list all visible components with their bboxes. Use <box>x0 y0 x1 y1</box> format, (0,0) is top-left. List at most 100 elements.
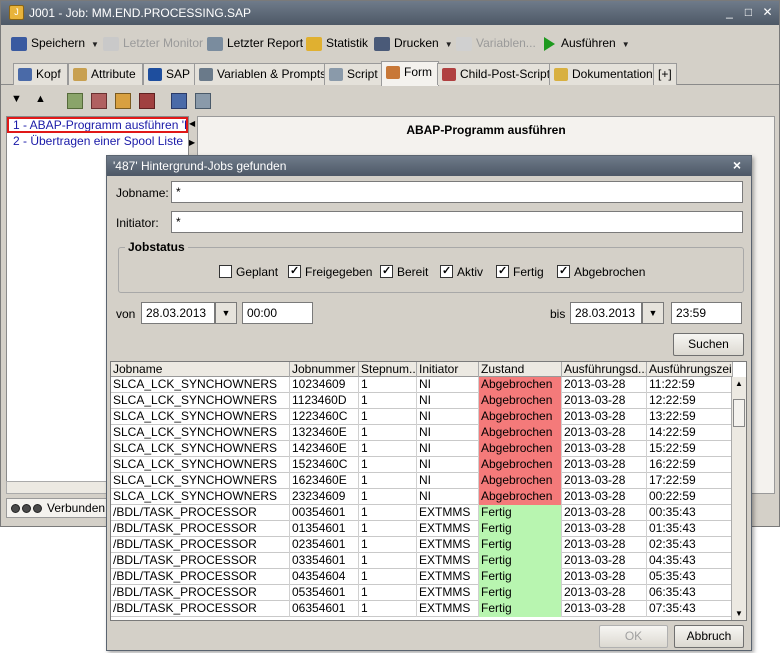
tab-form[interactable]: Form <box>381 61 439 86</box>
column-header[interactable]: Stepnum... <box>359 362 417 377</box>
tab-child-post-script[interactable]: Child-Post-Script <box>437 63 558 85</box>
table-row[interactable]: /BDL/TASK_PROCESSOR 02354601 1 EXTMMS Fertig… <box>111 537 733 553</box>
ok-button[interactable]: OK <box>599 625 668 648</box>
add-item-icon[interactable] <box>67 93 83 109</box>
tab-script[interactable]: Script <box>324 63 385 85</box>
minimize-button[interactable]: _ <box>721 4 738 21</box>
chevron-right-icon[interactable]: ▶ <box>189 138 195 147</box>
checkbox-geplant[interactable]: Geplant <box>219 265 278 279</box>
variables-button[interactable]: Variablen... <box>456 33 536 53</box>
table-row[interactable]: /BDL/TASK_PROCESSOR 04354604 1 EXTMMS Fertig… <box>111 569 733 585</box>
maximize-button[interactable]: □ <box>740 4 757 21</box>
table-cell: 01:35:43 <box>647 521 733 537</box>
table-cell: 14:22:59 <box>647 425 733 441</box>
statistics-button[interactable]: Statistik <box>306 33 368 53</box>
settings-icon[interactable] <box>195 93 211 109</box>
tab-dokumentation[interactable]: Dokumentation <box>549 63 660 85</box>
statistics-label: Statistik <box>326 36 369 50</box>
close-button[interactable]: ✕ <box>759 4 776 21</box>
column-header[interactable]: Ausführungszeit <box>647 362 733 377</box>
last-report-label: Letzter Report <box>227 36 304 50</box>
checkbox-box[interactable] <box>380 264 393 278</box>
delete-item-icon[interactable] <box>139 93 155 109</box>
to-time-input[interactable]: 23:59 <box>671 302 742 324</box>
checkbox-box[interactable] <box>557 264 570 278</box>
cancel-button[interactable]: Abbruch <box>674 625 744 648</box>
tab-kopf[interactable]: Kopf <box>13 63 68 85</box>
checkbox-bereit[interactable]: Bereit <box>380 264 428 279</box>
wrench-icon[interactable] <box>171 93 187 109</box>
tab-attribute[interactable]: Attribute <box>68 63 143 85</box>
tab-add[interactable]: [+] <box>653 63 677 85</box>
from-date-input[interactable]: 28.03.2013 <box>141 302 215 324</box>
table-row[interactable]: SLCA_LCK_SYNCHOWNERS 10234609 1 NI Abgebroch… <box>111 377 733 393</box>
last-monitor-button[interactable]: Letzter Monitor <box>103 33 203 53</box>
table-row[interactable]: /BDL/TASK_PROCESSOR 05354601 1 EXTMMS Fertig… <box>111 585 733 601</box>
to-date-dropdown[interactable]: ▼ <box>642 302 664 324</box>
initiator-input[interactable]: * <box>171 211 743 233</box>
table-row[interactable]: /BDL/TASK_PROCESSOR 00354601 1 EXTMMS Fertig… <box>111 505 733 521</box>
chevron-left-icon[interactable]: ◀ <box>189 119 195 128</box>
to-date-input[interactable]: 28.03.2013 <box>570 302 642 324</box>
table-cell: 1623460E <box>290 473 359 489</box>
scroll-up-icon[interactable]: ▲ <box>732 377 746 391</box>
column-header[interactable]: Initiator <box>417 362 479 377</box>
table-row[interactable]: SLCA_LCK_SYNCHOWNERS 1223460C 1 NI Abgebroch… <box>111 409 733 425</box>
chevron-down-icon[interactable]: ▼ <box>91 40 99 49</box>
from-date-dropdown[interactable]: ▼ <box>215 302 237 324</box>
column-header[interactable]: Zustand <box>479 362 562 377</box>
copy-icon[interactable] <box>91 93 107 109</box>
table-cell: 10234609 <box>290 377 359 393</box>
table-row[interactable]: SLCA_LCK_SYNCHOWNERS 1423460E 1 NI Abgebroch… <box>111 441 733 457</box>
vertical-scrollbar[interactable]: ▲ ▼ <box>731 377 746 620</box>
checkbox-box[interactable] <box>496 264 509 278</box>
table-row[interactable]: /BDL/TASK_PROCESSOR 03354601 1 EXTMMS Fertig… <box>111 553 733 569</box>
tab-label: Kopf <box>36 67 61 81</box>
move-up-icon[interactable]: ▲ <box>35 93 51 109</box>
chevron-down-icon[interactable]: ▼ <box>622 40 630 49</box>
table-cell: /BDL/TASK_PROCESSOR <box>111 585 290 601</box>
print-button[interactable]: Drucken ▼ <box>374 33 453 53</box>
search-button[interactable]: Suchen <box>673 333 744 356</box>
app-icon: J <box>9 5 24 20</box>
table-row[interactable]: /BDL/TASK_PROCESSOR 06354601 1 EXTMMS Fertig… <box>111 601 733 617</box>
tab-label: Dokumentation <box>572 67 653 81</box>
status-light-icon <box>11 504 20 513</box>
list-item[interactable]: 1 - ABAP-Programm ausführen 'RSPO <box>7 117 188 133</box>
checkbox-aktiv[interactable]: Aktiv <box>440 264 483 279</box>
chevron-down-icon[interactable]: ▼ <box>445 40 453 49</box>
column-header[interactable]: Jobname <box>111 362 290 377</box>
checkbox-fertig[interactable]: Fertig <box>496 264 544 279</box>
column-header[interactable]: Jobnummer <box>290 362 359 377</box>
tab-sap[interactable]: SAP <box>143 63 198 85</box>
from-time-input[interactable]: 00:00 <box>242 302 313 324</box>
tab-variablen-prompts[interactable]: Variablen & Prompts <box>194 63 334 85</box>
checkbox-abgebrochen[interactable]: Abgebrochen <box>557 264 645 279</box>
table-row[interactable]: SLCA_LCK_SYNCHOWNERS 1323460E 1 NI Abgebroch… <box>111 425 733 441</box>
table-row[interactable]: SLCA_LCK_SYNCHOWNERS 1623460E 1 NI Abgebroch… <box>111 473 733 489</box>
table-cell: 03354601 <box>290 553 359 569</box>
list-item[interactable]: 2 - Übertragen einer Spool Liste <box>7 133 188 149</box>
table-row[interactable]: /BDL/TASK_PROCESSOR 01354601 1 EXTMMS Fertig… <box>111 521 733 537</box>
monitor-icon <box>103 36 119 51</box>
last-report-button[interactable]: Letzter Report <box>207 33 303 53</box>
checkbox-box[interactable] <box>440 264 453 278</box>
checkbox-freigegeben[interactable]: Freigegeben <box>288 264 372 279</box>
sap-icon <box>148 68 162 82</box>
save-label: Speichern <box>31 36 86 50</box>
move-down-icon[interactable]: ▼ <box>11 93 27 109</box>
scroll-thumb[interactable] <box>733 399 745 427</box>
edit-item-icon[interactable] <box>115 93 131 109</box>
table-row[interactable]: SLCA_LCK_SYNCHOWNERS 23234609 1 NI Abgebroch… <box>111 489 733 505</box>
column-header[interactable]: Ausführungsd... <box>562 362 647 377</box>
save-button[interactable]: Speichern ▼ <box>11 33 99 53</box>
close-icon[interactable]: × <box>733 157 741 173</box>
table-row[interactable]: SLCA_LCK_SYNCHOWNERS 1523460C 1 NI Abgebroch… <box>111 457 733 473</box>
scroll-down-icon[interactable]: ▼ <box>732 607 746 620</box>
execute-button[interactable]: Ausführen ▼ <box>544 33 630 53</box>
table-row[interactable]: SLCA_LCK_SYNCHOWNERS 1123460D 1 NI Abgebroch… <box>111 393 733 409</box>
checkbox-box[interactable] <box>219 265 232 278</box>
checkbox-box[interactable] <box>288 264 301 278</box>
table-cell: SLCA_LCK_SYNCHOWNERS <box>111 425 290 441</box>
jobname-input[interactable]: * <box>171 181 743 203</box>
